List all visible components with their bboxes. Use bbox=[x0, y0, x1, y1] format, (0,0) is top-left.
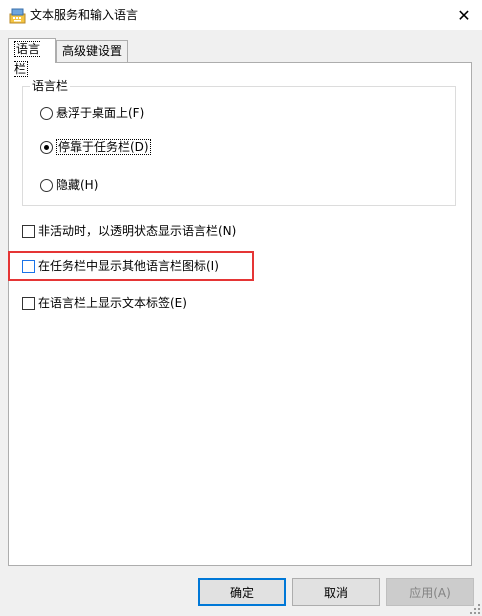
checkbox[interactable] bbox=[22, 296, 35, 310]
tab-label: 高级键设置 bbox=[62, 44, 123, 58]
close-icon: ✕ bbox=[457, 5, 471, 25]
apply-button: 应用(A) bbox=[386, 578, 474, 606]
close-button[interactable]: ✕ bbox=[446, 0, 482, 30]
radio-label: 悬浮于桌面上(F) bbox=[56, 106, 145, 120]
radio-dock-in-taskbar[interactable]: 停靠于任务栏(D) bbox=[40, 139, 151, 155]
radio-hidden[interactable]: 隐藏(H) bbox=[40, 177, 98, 193]
radio-float-on-desktop[interactable]: 悬浮于桌面上(F) bbox=[40, 105, 144, 121]
checkbox-show-text-labels[interactable]: 在语言栏上显示文本标签(E) bbox=[22, 295, 187, 311]
checkbox[interactable] bbox=[22, 224, 35, 238]
tab-language-bar[interactable]: 语言栏 bbox=[8, 38, 56, 77]
checkbox-label: 在任务栏中显示其他语言栏图标(I) bbox=[38, 259, 219, 273]
checkbox-show-other-icons-in-taskbar[interactable]: 在任务栏中显示其他语言栏图标(I) bbox=[22, 258, 219, 274]
checkbox[interactable] bbox=[22, 259, 35, 273]
cancel-button[interactable]: 取消 bbox=[292, 578, 380, 606]
groupbox-label: 语言栏 bbox=[30, 79, 71, 93]
title-bar[interactable]: 文本服务和输入语言 ✕ bbox=[0, 0, 482, 30]
radio-label: 隐藏(H) bbox=[56, 178, 99, 192]
radio-label: 停靠于任务栏(D) bbox=[56, 139, 151, 155]
window-title: 文本服务和输入语言 bbox=[30, 8, 139, 22]
checkbox-transparent-when-inactive[interactable]: 非活动时，以透明状态显示语言栏(N) bbox=[22, 223, 236, 239]
ok-button[interactable]: 确定 bbox=[198, 578, 286, 606]
language-settings-icon bbox=[9, 8, 26, 24]
dialog-window: 文本服务和输入语言 ✕ 语言栏 高级键设置 语言栏 悬浮于桌面上(F) 停靠于任… bbox=[0, 0, 482, 616]
ok-button-label: 确定 bbox=[229, 585, 254, 600]
checkbox-label: 在语言栏上显示文本标签(E) bbox=[38, 296, 187, 310]
apply-button-label: 应用(A) bbox=[409, 585, 451, 600]
radio-button[interactable] bbox=[40, 106, 53, 120]
resize-grip-icon[interactable] bbox=[470, 604, 480, 614]
radio-button[interactable] bbox=[40, 140, 53, 154]
checkbox-label: 非活动时，以透明状态显示语言栏(N) bbox=[38, 224, 237, 238]
radio-button[interactable] bbox=[40, 178, 53, 192]
tab-advanced-key-settings[interactable]: 高级键设置 bbox=[56, 40, 128, 62]
cancel-button-label: 取消 bbox=[323, 585, 348, 600]
